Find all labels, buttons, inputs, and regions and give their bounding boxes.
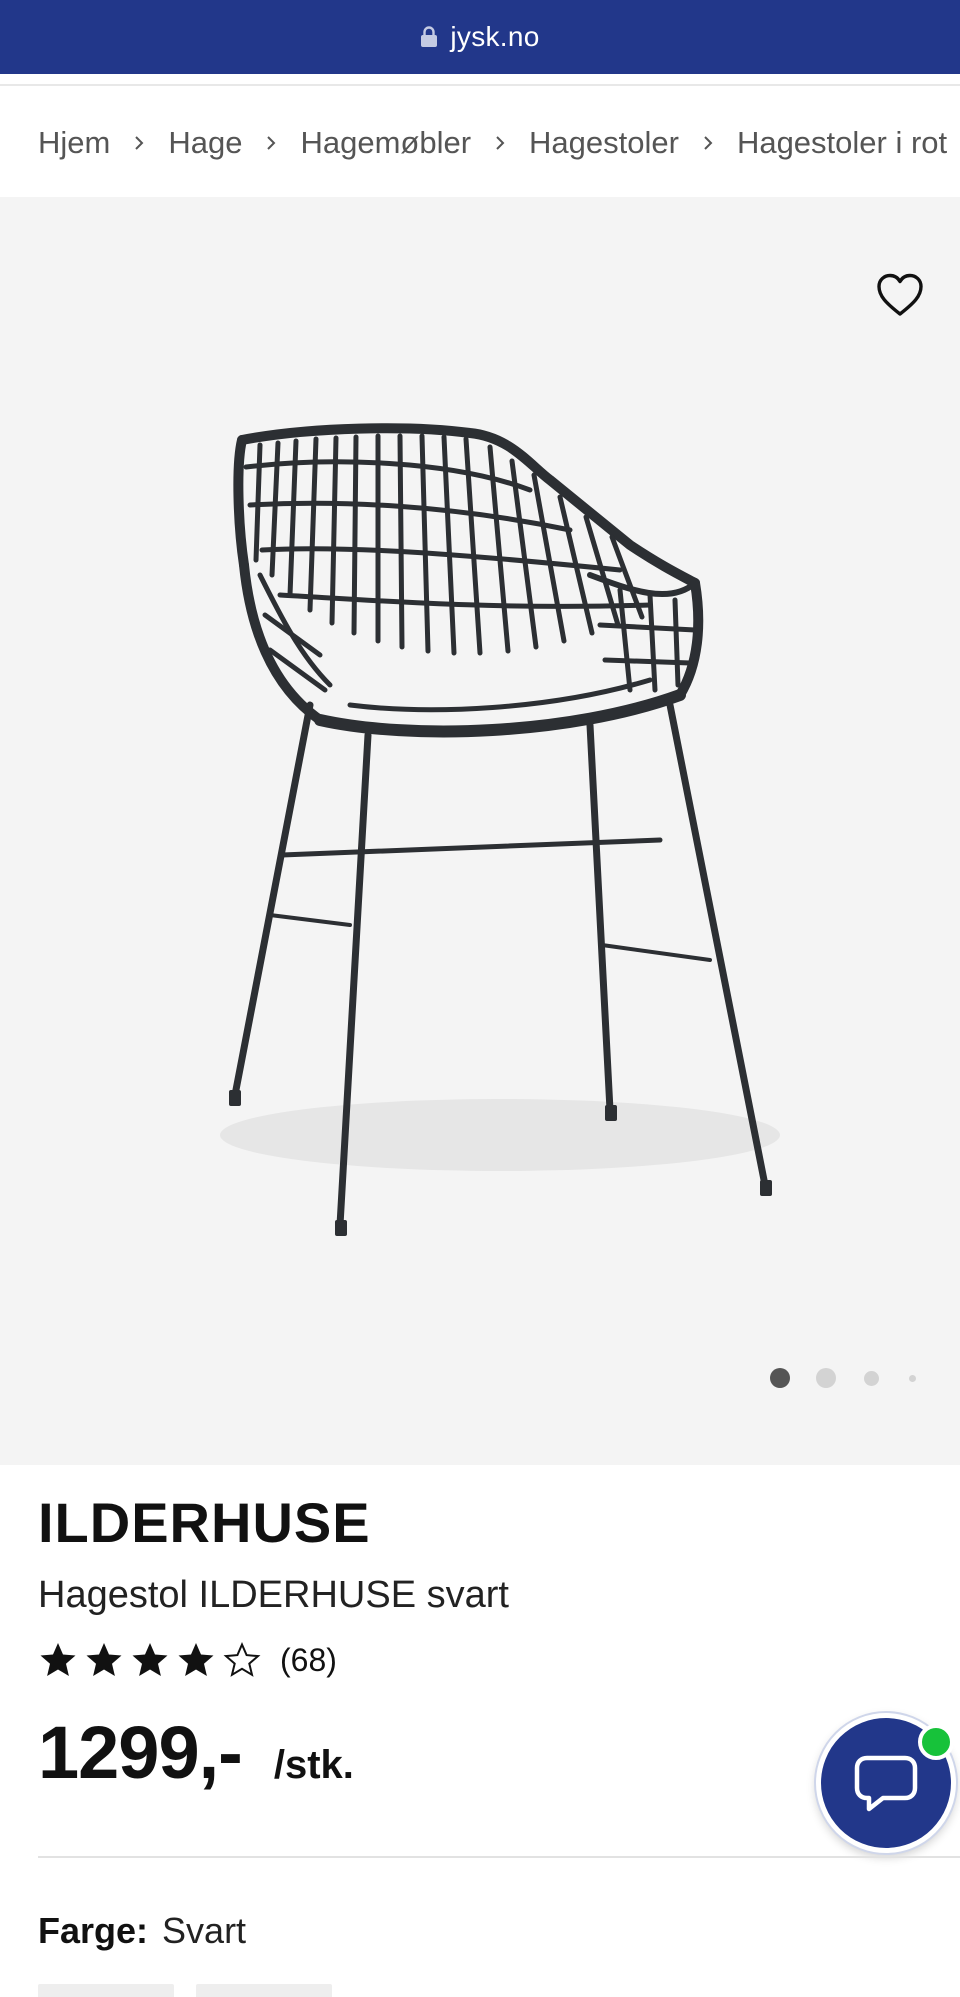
breadcrumb-item-hagestoler-i-rotting[interactable]: Hagestoler i rot <box>737 125 947 161</box>
url-display[interactable]: jysk.no <box>420 21 539 53</box>
review-count[interactable]: (68) <box>280 1642 337 1679</box>
color-swatch[interactable] <box>196 1984 332 1997</box>
lock-icon <box>421 26 438 47</box>
chat-bubble-icon <box>854 1755 918 1812</box>
chevron-right-icon <box>493 135 507 151</box>
breadcrumb-item-hagemobler[interactable]: Hagemøbler <box>300 125 471 161</box>
star-filled-icon <box>40 1643 76 1676</box>
color-value: Svart <box>162 1910 247 1951</box>
chevron-right-icon <box>132 135 146 151</box>
star-filled-icon <box>132 1643 168 1676</box>
color-label: Farge: <box>38 1910 149 1951</box>
gallery-dot[interactable] <box>816 1368 836 1388</box>
heart-outline-icon[interactable] <box>876 272 924 318</box>
product-rating[interactable]: (68) <box>38 1640 337 1680</box>
product-image <box>220 423 780 1236</box>
price-unit: /stk. <box>273 1743 354 1787</box>
color-swatches <box>38 1984 332 1997</box>
star-filled-icon <box>178 1643 214 1676</box>
gallery-dot[interactable] <box>864 1370 879 1386</box>
section-divider <box>38 1856 960 1858</box>
product-price: 1299,- /stk. <box>38 1710 354 1795</box>
price-value: 1299,- <box>38 1711 243 1794</box>
color-selector: Farge: Svart <box>38 1910 246 1952</box>
breadcrumb: Hjem Hage Hagemøbler Hagestoler Hagestol… <box>38 118 960 168</box>
breadcrumb-item-hage[interactable]: Hage <box>168 125 242 161</box>
color-swatch[interactable] <box>38 1984 174 1997</box>
gallery-dot[interactable] <box>909 1374 916 1382</box>
gallery-dot-active[interactable] <box>770 1368 790 1388</box>
breadcrumb-item-hjem[interactable]: Hjem <box>38 125 110 161</box>
gallery-pagination <box>770 1366 916 1390</box>
online-status-indicator <box>918 1724 954 1760</box>
star-filled-icon <box>86 1643 122 1676</box>
chevron-right-icon <box>701 135 715 151</box>
product-subtitle: Hagestol ILDERHUSE svart <box>38 1574 509 1616</box>
star-outline-icon <box>223 1641 261 1677</box>
product-title: ILDERHUSE <box>38 1491 371 1554</box>
url-text: jysk.no <box>450 21 540 52</box>
browser-url-bar[interactable]: jysk.no <box>0 0 960 74</box>
chevron-right-icon <box>264 135 278 151</box>
breadcrumb-item-hagestoler[interactable]: Hagestoler <box>529 125 679 161</box>
header-divider <box>0 84 960 86</box>
